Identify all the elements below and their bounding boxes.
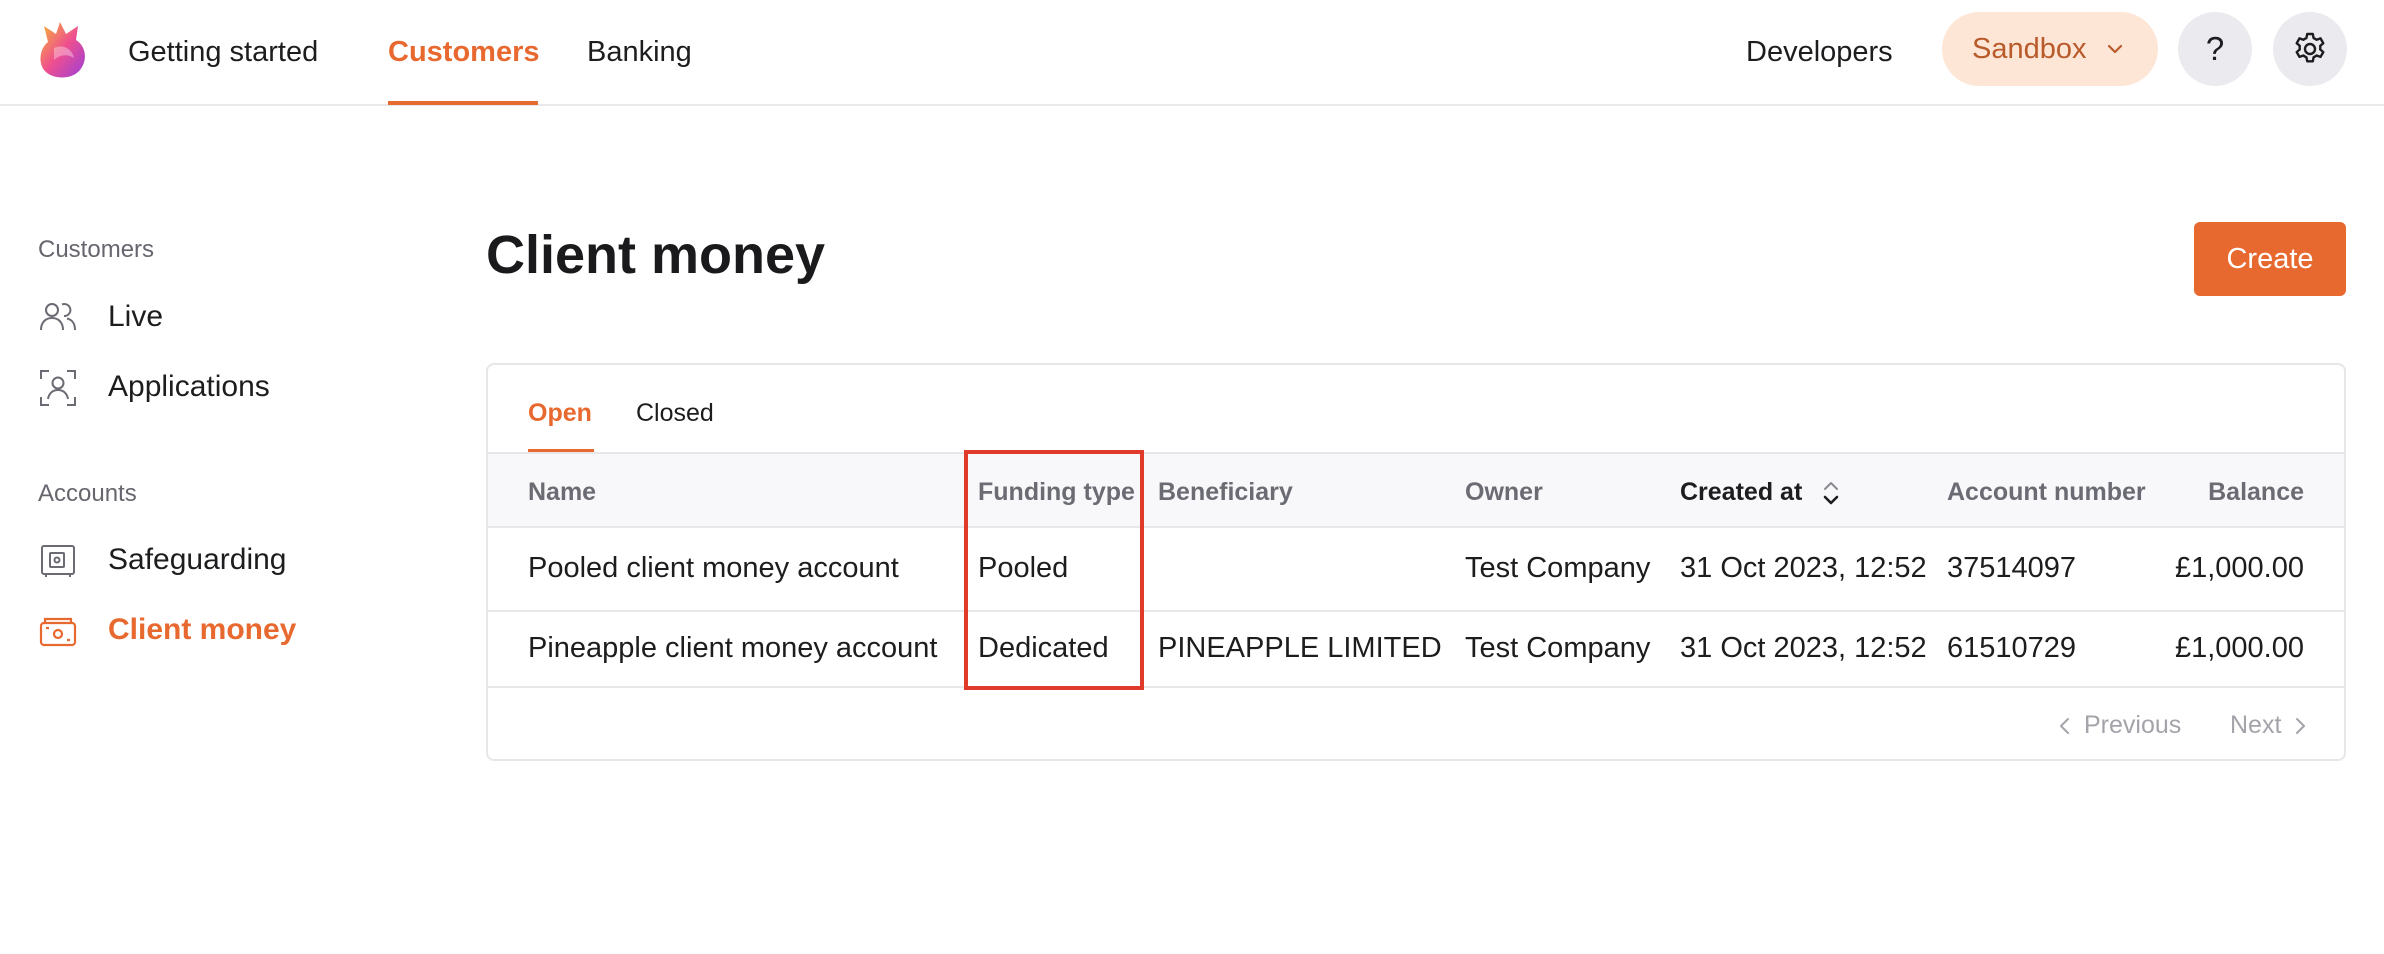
sidebar-item-label: Live — [108, 300, 164, 333]
tab-closed[interactable]: Closed — [636, 399, 714, 428]
cell-owner: Test Company — [1465, 552, 1651, 584]
cell-name: Pineapple client money account — [528, 632, 938, 664]
help-button[interactable]: ? — [2178, 12, 2252, 86]
environment-select[interactable]: Sandbox — [1942, 12, 2158, 86]
wallet-icon — [39, 617, 77, 647]
gear-icon — [2295, 32, 2325, 63]
sidebar-item-safeguarding[interactable]: Safeguarding — [38, 537, 398, 587]
environment-label: Sandbox — [1972, 33, 2087, 65]
column-header-beneficiary[interactable]: Beneficiary — [1158, 478, 1293, 507]
page-title: Client money — [486, 225, 826, 285]
sidebar-heading-customers: Customers — [38, 236, 155, 263]
sidebar-item-live[interactable]: Live — [38, 294, 398, 344]
sidebar-heading-accounts: Accounts — [38, 480, 137, 507]
create-button[interactable]: Create — [2194, 222, 2346, 296]
top-navigation-bar: Getting started Customers Banking Develo… — [0, 0, 2384, 106]
table-row[interactable]: Pooled client money account Pooled Test … — [488, 528, 2344, 612]
cell-funding-type: Dedicated — [978, 632, 1109, 664]
nav-banking[interactable]: Banking — [587, 0, 692, 106]
sidebar-item-client-money[interactable]: Client money — [38, 607, 398, 657]
safe-icon — [41, 545, 75, 577]
chevron-right-icon — [2296, 718, 2306, 734]
cell-balance: £1,000.00 — [2174, 632, 2304, 664]
next-page-button[interactable]: Next — [2230, 711, 2307, 740]
cell-created-at: 31 Oct 2023, 12:52 — [1680, 552, 1927, 584]
column-header-owner[interactable]: Owner — [1465, 478, 1543, 507]
cell-account-number: 37514097 — [1947, 552, 2077, 584]
next-label: Next — [2230, 711, 2282, 739]
user-scan-icon — [40, 370, 76, 406]
sidebar-item-applications[interactable]: Applications — [38, 364, 398, 414]
previous-page-button[interactable]: Previous — [2058, 711, 2181, 740]
brand-logo-icon[interactable] — [34, 18, 90, 80]
nav-customers[interactable]: Customers — [388, 0, 540, 106]
sidebar-item-label: Safeguarding — [108, 543, 287, 576]
column-header-name[interactable]: Name — [528, 478, 596, 507]
client-money-table-card: Open Closed Name Funding type Beneficiar… — [486, 363, 2346, 761]
sidebar-item-label: Client money — [108, 613, 297, 646]
nav-getting-started[interactable]: Getting started — [128, 0, 318, 106]
people-icon — [40, 303, 76, 331]
cell-owner: Test Company — [1465, 632, 1651, 664]
chevron-down-icon — [2107, 44, 2123, 54]
developers-link[interactable]: Developers — [1746, 0, 1893, 106]
cell-created-at: 31 Oct 2023, 12:52 — [1680, 632, 1927, 664]
table-row[interactable]: Pineapple client money account Dedicated… — [488, 612, 2344, 688]
help-icon: ? — [2205, 30, 2225, 67]
cell-account-number: 61510729 — [1947, 632, 2077, 664]
column-header-funding-type[interactable]: Funding type — [978, 478, 1135, 507]
cell-name: Pooled client money account — [528, 552, 899, 584]
tab-open[interactable]: Open — [528, 399, 592, 428]
column-header-created-at[interactable]: Created at — [1680, 478, 1839, 507]
sort-icon — [1823, 482, 1839, 505]
settings-button[interactable] — [2273, 12, 2347, 86]
column-header-balance[interactable]: Balance — [2108, 478, 2304, 507]
cell-funding-type: Pooled — [978, 552, 1069, 584]
table-header: Name Funding type Beneficiary Owner Crea… — [488, 454, 2344, 528]
nav-active-indicator — [388, 101, 538, 105]
previous-label: Previous — [2084, 711, 2182, 739]
cell-beneficiary: PINEAPPLE LIMITED — [1158, 632, 1442, 664]
column-header-label: Created at — [1680, 478, 1803, 506]
chevron-left-icon — [2060, 718, 2069, 734]
sidebar-item-label: Applications — [108, 370, 270, 403]
cell-balance: £1,000.00 — [2174, 552, 2304, 584]
